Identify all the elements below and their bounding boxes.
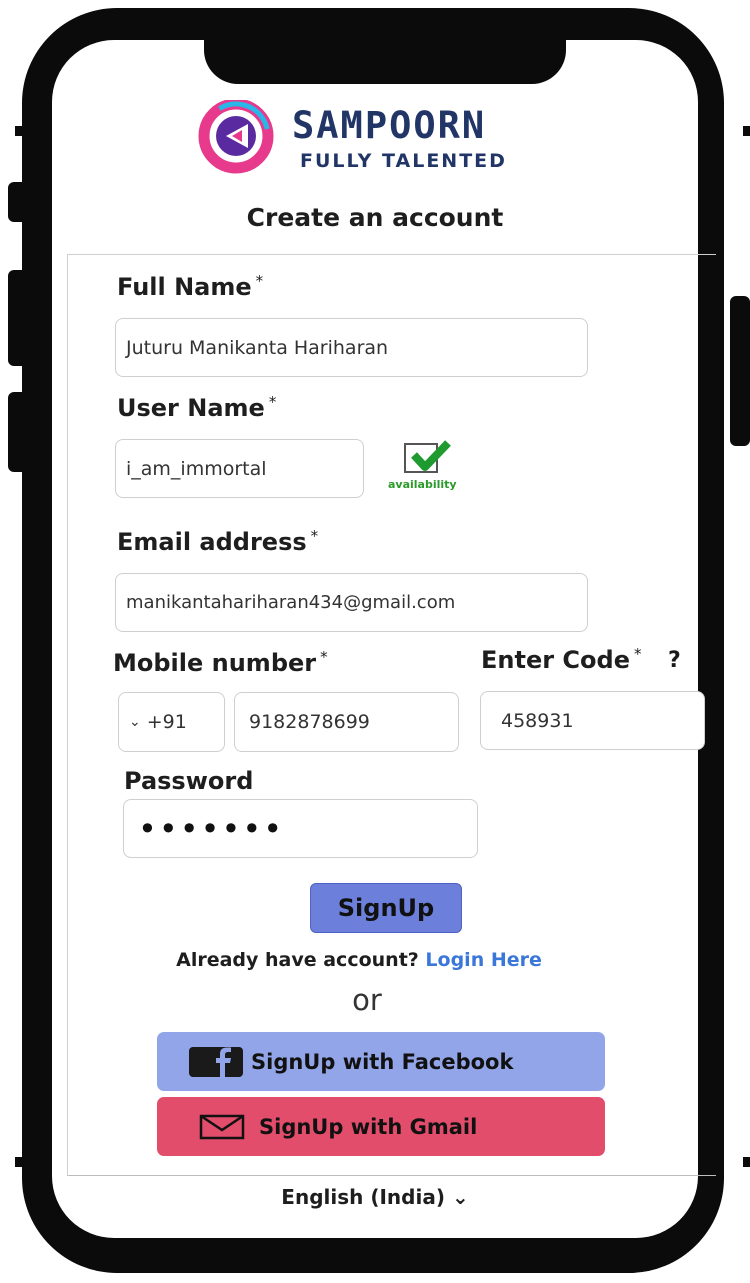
password-label: Password <box>124 767 254 795</box>
checkmark-icon <box>411 440 451 471</box>
enter-code-label: Enter Code * <box>481 645 642 674</box>
email-label: Email address * <box>117 527 319 556</box>
or-divider: or <box>352 983 382 1017</box>
chevron-down-icon: ⌄ <box>129 714 141 730</box>
phone-notch <box>204 26 566 84</box>
facebook-icon <box>189 1046 243 1077</box>
phone-antenna-line <box>743 126 750 136</box>
availability-check[interactable]: availability <box>388 440 474 493</box>
user-name-label: User Name * <box>117 393 277 422</box>
phone-antenna-line <box>743 1157 750 1167</box>
facebook-button-label: SignUp with Facebook <box>251 1049 514 1074</box>
availability-label: availability <box>388 478 457 491</box>
gmail-button-label: SignUp with Gmail <box>259 1114 478 1139</box>
login-prompt: Already have account? Login Here <box>176 949 542 971</box>
mobile-number-label: Mobile number * <box>113 648 328 677</box>
email-input[interactable]: manikantahariharan434@gmail.com <box>115 573 588 632</box>
country-code-value: +91 <box>146 711 187 733</box>
phone-side-button <box>730 296 750 446</box>
phone-antenna-line <box>15 1157 22 1167</box>
help-icon[interactable]: ? <box>668 648 681 673</box>
full-name-label: Full Name * <box>117 272 264 301</box>
code-input[interactable]: 458931 <box>480 691 705 750</box>
country-code-select[interactable]: ⌄ +91 <box>118 692 225 752</box>
user-name-input[interactable]: i_am_immortal <box>115 439 364 498</box>
login-link[interactable]: Login Here <box>425 949 541 971</box>
brand-logo: SAMPOORN FULLY TALENTED <box>190 100 560 182</box>
page-title: Create an account <box>246 203 504 232</box>
password-input[interactable]: ••••••• <box>123 799 478 858</box>
language-selector[interactable]: English (India) ⌄ <box>0 1185 750 1209</box>
signup-gmail-button[interactable]: SignUp with Gmail <box>157 1097 605 1156</box>
signup-facebook-button[interactable]: SignUp with Facebook <box>157 1032 605 1091</box>
chevron-down-icon: ⌄ <box>451 1185 469 1209</box>
phone-side-button <box>8 392 32 472</box>
mail-icon <box>199 1114 245 1139</box>
phone-side-button <box>8 270 32 366</box>
mobile-number-input[interactable]: 9182878699 <box>234 692 459 752</box>
brand-name: SAMPOORN <box>292 104 487 147</box>
phone-antenna-line <box>15 126 22 136</box>
signup-button[interactable]: SignUp <box>310 883 462 933</box>
full-name-input[interactable]: Juturu Manikanta Hariharan <box>115 318 588 377</box>
brand-tagline: FULLY TALENTED <box>300 150 507 172</box>
play-logo-icon <box>198 100 274 174</box>
